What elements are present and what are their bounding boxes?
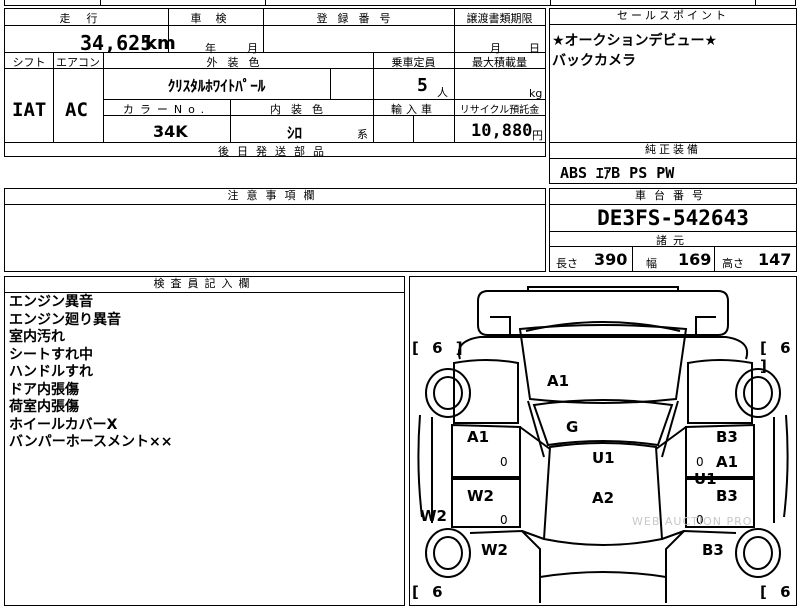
sales-points-header: セールスポイント bbox=[550, 9, 796, 25]
registration-header: 登録番号 bbox=[316, 12, 401, 25]
inspector-note: バンパーホースメント×× bbox=[9, 434, 173, 450]
mileage-unit: km bbox=[145, 33, 176, 54]
chassis-box: 車台番号 DE3FS-542643 諸元 長さ 390 幅 169 高さ 147 bbox=[549, 188, 797, 272]
delivery-parts-header: 後日発送部品 bbox=[218, 145, 332, 158]
inspector-note: シートすれ中 bbox=[9, 346, 93, 363]
damage-right-rear-door: B3 bbox=[716, 487, 738, 505]
sales-points-lines: ★オークションデビュー★ バックカメラ bbox=[552, 31, 717, 71]
inspector-note: 室内汚れ bbox=[9, 329, 65, 345]
height-value: 147 bbox=[758, 250, 792, 269]
interior-color-value: ｼﾛ bbox=[287, 124, 303, 142]
recycle-value: 10,880 bbox=[471, 121, 533, 141]
capacity-header: 乗車定員 bbox=[391, 56, 436, 69]
aircon-header: エアコン bbox=[56, 56, 100, 69]
damage-left-rear-door: W2 bbox=[467, 487, 494, 505]
max-load-unit: kg bbox=[529, 87, 543, 100]
tire-front-left-mark: [ 6 ] bbox=[412, 339, 467, 357]
damage-right-front-door-a: B3 bbox=[716, 428, 738, 446]
zero-mark: 0 bbox=[696, 455, 704, 469]
inspector-note: ドア内張傷 bbox=[9, 381, 79, 398]
damage-windshield: G bbox=[566, 418, 579, 436]
recycle-unit: 円 bbox=[532, 129, 543, 142]
damage-hood: A1 bbox=[547, 372, 570, 390]
caution-box: 注意事項欄 bbox=[4, 188, 546, 272]
inspector-notes-box: 検査員記入欄 エンジン異音 エンジン廻り異音 室内汚れ シートすれ中 ハンドルす… bbox=[4, 276, 405, 606]
exterior-color-header: 外装色 bbox=[206, 56, 270, 69]
length-label: 長さ bbox=[556, 257, 578, 270]
standard-equipment-box: 純正装備 ABS ｴｱB PS PW bbox=[549, 142, 797, 184]
damage-right-side: U1 bbox=[694, 470, 717, 488]
inspector-notes-list: エンジン異音 エンジン廻り異音 室内汚れ シートすれ中 ハンドルすれ ドア内張傷… bbox=[9, 294, 172, 452]
inspector-note: エンジン異音 bbox=[9, 294, 93, 310]
interior-color-header: 内装色 bbox=[270, 103, 333, 116]
shift-header: シフト bbox=[12, 56, 46, 69]
mileage-header: 走行 bbox=[59, 12, 114, 25]
sales-point-line: バックカメラ bbox=[552, 53, 636, 69]
length-value: 390 bbox=[594, 250, 628, 269]
inspector-note: 荷室内張傷 bbox=[9, 399, 79, 415]
damage-center: A2 bbox=[592, 489, 615, 507]
caution-header: 注意事項欄 bbox=[5, 189, 545, 205]
top-strip bbox=[4, 0, 796, 6]
damage-left-front-door: A1 bbox=[467, 428, 490, 446]
damage-roof: U1 bbox=[592, 449, 615, 467]
vehicle-info-table: 走行 車検 登録番号 譲渡書類期限 34,625 km 年 月 月 日 シフト … bbox=[4, 8, 546, 158]
color-no-header: カラーNo. bbox=[122, 103, 211, 116]
zero-mark: 0 bbox=[500, 513, 508, 527]
watermark: WEB AUCTION PRO bbox=[632, 515, 753, 528]
capacity-unit: 人 bbox=[437, 86, 448, 99]
damage-left-rocker: W2 bbox=[420, 507, 447, 525]
transfer-deadline-header: 譲渡書類期限 bbox=[466, 12, 533, 25]
tire-front-right-mark: [ 6 ] bbox=[760, 339, 795, 375]
tire-rear-right-mark: [ 6 bbox=[760, 583, 795, 601]
inspector-note: エンジン廻り異音 bbox=[9, 311, 121, 328]
width-label: 幅 bbox=[646, 257, 657, 270]
zero-mark: 0 bbox=[500, 455, 508, 469]
chassis-value: DE3FS-542643 bbox=[597, 206, 749, 230]
sales-point-line: ★オークションデビュー★ bbox=[552, 33, 718, 49]
recycle-header: リサイクル預託金 bbox=[459, 105, 540, 116]
width-value: 169 bbox=[678, 250, 712, 269]
max-load-header: 最大積載量 bbox=[472, 56, 527, 69]
interior-color-suffix: 系 bbox=[357, 128, 368, 141]
standard-equipment-value: ABS ｴｱB PS PW bbox=[560, 164, 675, 182]
height-label: 高さ bbox=[722, 257, 744, 270]
damage-right-rear-fender: B3 bbox=[702, 541, 724, 559]
sales-points-box: セールスポイント ★オークションデビュー★ バックカメラ bbox=[549, 8, 797, 143]
inspection-header: 車検 bbox=[190, 12, 241, 25]
exterior-color-value: ｸﾘｽﾀﾙﾎﾜｲﾄﾊﾟｰﾙ bbox=[167, 77, 266, 95]
inspector-notes-header: 検査員記入欄 bbox=[5, 277, 404, 293]
car-diagram-box: [ 6 ] [ 6 ] [ 6 [ 6 A1 G A1 U1 B3 A1 U1 … bbox=[409, 276, 797, 606]
standard-equipment-header: 純正装備 bbox=[550, 143, 796, 159]
tire-rear-left-mark: [ 6 bbox=[412, 583, 447, 601]
inspector-note: ホイールカバーX bbox=[9, 416, 118, 433]
capacity-value: 5 bbox=[417, 75, 428, 96]
chassis-header: 車台番号 bbox=[550, 189, 796, 205]
aircon-value: AC bbox=[65, 99, 88, 121]
shift-value: IAT bbox=[12, 99, 47, 121]
damage-left-rear-fender: W2 bbox=[481, 541, 508, 559]
inspector-note: ハンドルすれ bbox=[9, 364, 93, 380]
color-no-value: 34K bbox=[153, 122, 188, 141]
damage-right-front-door-b: A1 bbox=[716, 453, 739, 471]
